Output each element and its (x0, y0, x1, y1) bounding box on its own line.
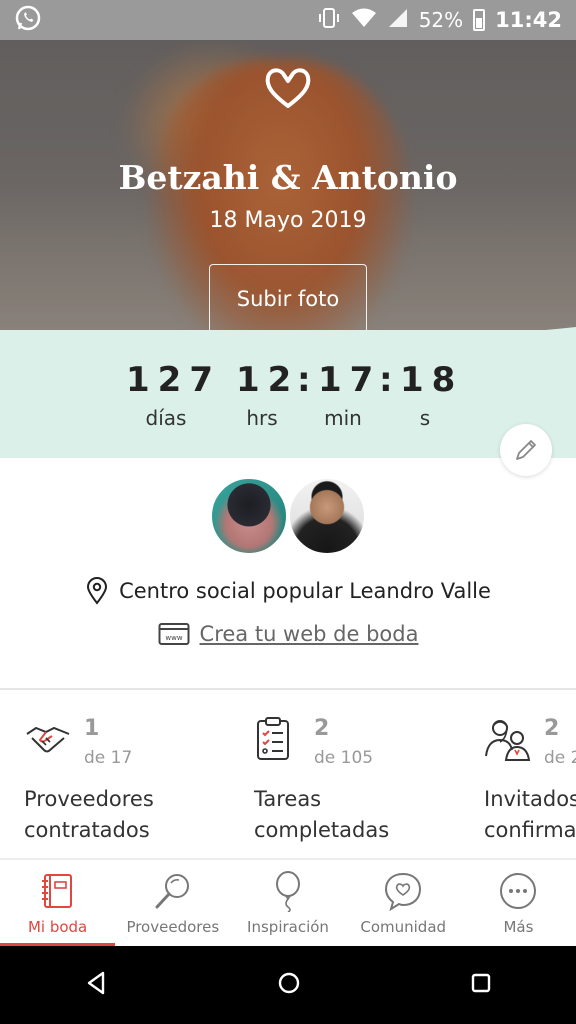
stat-label-line: Invitados (484, 787, 576, 811)
stat-tasks-label: Tareas completadas (254, 784, 389, 846)
whatsapp-icon (14, 4, 42, 36)
app-screen: 52% 11:42 Betzahi & Antonio 18 Mayo 2019… (0, 0, 576, 1024)
couple-names: Betzahi & Antonio (118, 158, 458, 197)
nav-label: Más (503, 918, 534, 936)
chat-heart-icon (383, 870, 423, 912)
countdown-separator: : (297, 360, 311, 400)
checklist-icon (257, 717, 289, 760)
nav-label: Comunidad (360, 918, 447, 936)
battery-text: 52% (418, 8, 464, 32)
wedding-web-row[interactable]: www Crea tu web de boda (0, 622, 576, 646)
svg-text:www: www (165, 634, 182, 642)
battery-icon (473, 9, 486, 31)
nav-label: Proveedores (126, 918, 220, 936)
countdown-seconds: 18 (400, 360, 464, 400)
stat-label-line: Proveedores (24, 787, 154, 811)
stat-tasks-value: 2 (314, 716, 330, 741)
stat-guests[interactable]: 2 de 2 Invitados confirma (484, 712, 576, 852)
location-pin-icon (87, 577, 108, 605)
countdown-hours: 12 (236, 360, 300, 400)
countdown-timer: 127 12 : 17 : 18 días hrs min s (0, 360, 576, 440)
countdown-hours-label: hrs (246, 406, 278, 430)
stat-label-line: Tareas (254, 787, 322, 811)
status-bar: 52% 11:42 (0, 0, 576, 40)
clock: 11:42 (495, 8, 562, 32)
create-wedding-web-link[interactable]: Crea tu web de boda (200, 622, 419, 646)
bottom-navigation: Mi boda Proveedores Inspiración Comunida… (0, 858, 576, 946)
guests-icon (485, 720, 531, 761)
countdown-days: 127 (126, 360, 221, 400)
stat-label-line: contratados (24, 818, 150, 842)
wave-divider (0, 327, 576, 355)
website-icon: www (158, 623, 190, 645)
nav-label: Inspiración (247, 918, 329, 936)
home-icon[interactable] (277, 971, 301, 999)
handshake-icon (26, 726, 70, 753)
stat-guests-label: Invitados confirma (484, 784, 576, 846)
venue-name: Centro social popular Leandro Valle (119, 579, 491, 603)
stat-tasks-total: de 105 (314, 748, 374, 768)
countdown-days-label: días (145, 406, 187, 430)
signal-icon (387, 7, 409, 34)
stat-vendors-total: de 17 (84, 748, 133, 768)
stat-guests-value: 2 (544, 716, 560, 741)
countdown-minutes: 17 (318, 360, 382, 400)
balloon-icon (268, 870, 308, 912)
stat-label-line: confirma (484, 818, 576, 842)
system-navigation-bar (0, 946, 576, 1024)
venue-row[interactable]: Centro social popular Leandro Valle (0, 577, 576, 605)
more-icon (498, 870, 538, 912)
stat-guests-total: de 2 (544, 748, 576, 768)
countdown-seconds-label: s (419, 406, 431, 430)
countdown-separator: : (379, 360, 393, 400)
nav-label: Mi boda (27, 918, 88, 936)
edit-button[interactable] (500, 424, 552, 476)
stat-vendors-value: 1 (84, 716, 100, 741)
countdown-minutes-label: min (324, 406, 362, 430)
nav-inspiracion[interactable]: Inspiración (230, 860, 345, 946)
wedding-date: 18 Mayo 2019 (209, 208, 367, 233)
nav-mi-boda[interactable]: Mi boda (0, 860, 116, 946)
back-icon[interactable] (84, 970, 108, 1000)
search-icon (153, 870, 193, 912)
section-divider (0, 688, 576, 690)
avatar-partner-1[interactable] (209, 476, 289, 556)
nav-comunidad[interactable]: Comunidad (346, 860, 461, 946)
stat-vendors-label: Proveedores contratados (24, 784, 154, 846)
wifi-icon (351, 7, 377, 34)
nav-mas[interactable]: Más (461, 860, 576, 946)
recents-icon[interactable] (470, 972, 492, 998)
hero-cover-photo: Betzahi & Antonio 18 Mayo 2019 Subir fot… (0, 40, 576, 350)
avatar-partner-2[interactable] (287, 476, 367, 556)
pencil-icon (516, 440, 536, 460)
stat-label-line: completadas (254, 818, 390, 842)
heart-icon (265, 68, 311, 108)
nav-proveedores[interactable]: Proveedores (115, 860, 230, 946)
notebook-icon (38, 870, 78, 912)
vibrate-icon (317, 6, 341, 35)
